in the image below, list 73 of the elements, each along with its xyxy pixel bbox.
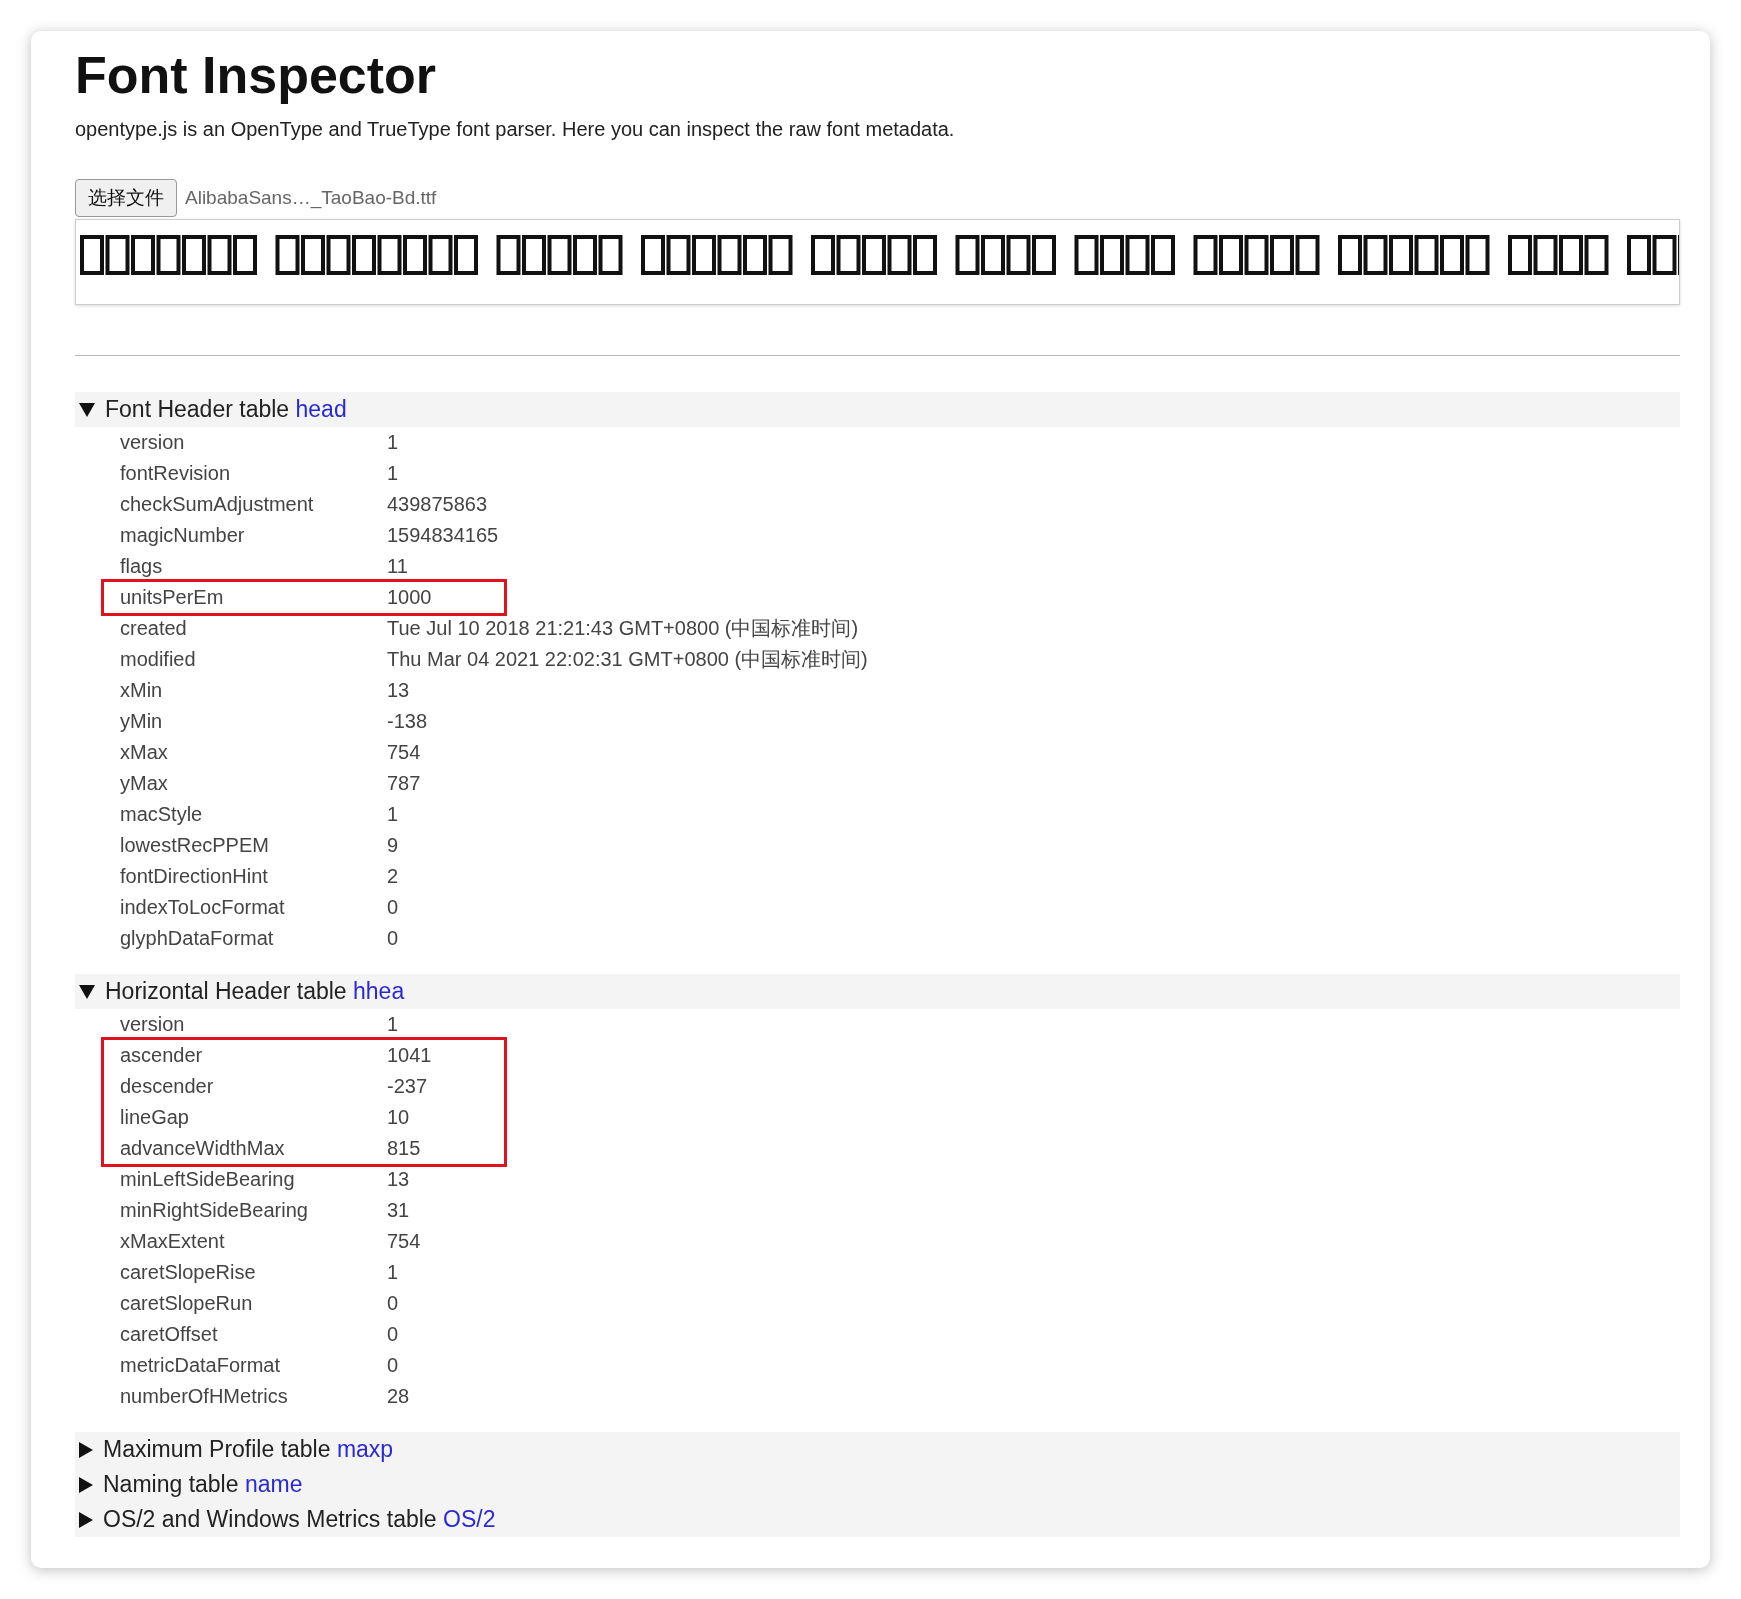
- field-value: 28: [387, 1385, 410, 1409]
- field-value: 815: [387, 1137, 421, 1161]
- table-section-header[interactable]: Maximum Profile table maxp: [75, 1432, 1680, 1468]
- field-value: 0: [387, 927, 399, 951]
- field-value: 1041: [387, 1044, 432, 1068]
- field-name: created: [120, 617, 188, 641]
- field-value: 9: [387, 834, 399, 858]
- table-section-header[interactable]: Naming table name: [75, 1467, 1680, 1503]
- table-section-header[interactable]: Horizontal Header table hhea: [75, 974, 1680, 1010]
- field-name: caretSlopeRise: [120, 1261, 257, 1285]
- field-value: 1: [387, 431, 399, 455]
- field-value: 754: [387, 741, 421, 765]
- disclosure-triangle-icon: [79, 984, 95, 999]
- field-name: metricDataFormat: [120, 1354, 282, 1378]
- field-value: 1000: [387, 586, 432, 610]
- field-value: 10: [387, 1106, 410, 1130]
- field-name: checkSumAdjustment: [120, 493, 315, 517]
- field-value: 2: [387, 865, 399, 889]
- field-name: fontDirectionHint: [120, 865, 269, 889]
- field-name: modified: [120, 648, 197, 672]
- field-value: 0: [387, 1354, 399, 1378]
- field-value: 13: [387, 679, 410, 703]
- field-name: fontRevision: [120, 462, 232, 486]
- field-value: 1: [387, 1261, 399, 1285]
- field-name: version: [120, 431, 186, 455]
- field-value: 0: [387, 896, 399, 920]
- field-name: magicNumber: [120, 524, 246, 548]
- field-value: -237: [387, 1075, 428, 1099]
- disclosure-triangle-icon: [79, 1511, 93, 1528]
- field-name: xMin: [120, 679, 164, 703]
- field-value: 13: [387, 1168, 410, 1192]
- field-value: 1: [387, 1013, 399, 1037]
- field-value: 1594834165: [387, 524, 499, 548]
- field-value: 1: [387, 462, 399, 486]
- file-name: AlibabaSans…_TaoBao-Bd.ttf: [185, 187, 437, 210]
- field-name: indexToLocFormat: [120, 896, 286, 920]
- page-title: Font Inspector: [75, 47, 438, 105]
- field-name: version: [120, 1013, 186, 1037]
- field-value: Thu Mar 04 2021 22:02:31 GMT+0800 (中国标准时间): [387, 647, 868, 673]
- field-name: glyphDataFormat: [120, 927, 275, 951]
- field-value: 754: [387, 1230, 421, 1254]
- field-value: 0: [387, 1323, 399, 1347]
- field-name: macStyle: [120, 803, 204, 827]
- field-name: descender: [120, 1075, 215, 1099]
- field-name: caretSlopeRun: [120, 1292, 254, 1316]
- field-name: ascender: [120, 1044, 204, 1068]
- field-value: 1: [387, 803, 399, 827]
- choose-file-button[interactable]: 选择文件: [75, 179, 177, 218]
- field-name: unitsPerEm: [120, 586, 225, 610]
- field-name: xMaxExtent: [120, 1230, 226, 1254]
- field-value: 0: [387, 1292, 399, 1316]
- field-name: caretOffset: [120, 1323, 219, 1347]
- field-name: yMin: [120, 710, 164, 734]
- table-section-header[interactable]: OS/2 and Windows Metrics table OS/2: [75, 1502, 1680, 1538]
- field-name: minRightSideBearing: [120, 1199, 309, 1223]
- field-name: numberOfHMetrics: [120, 1385, 289, 1409]
- field-name: xMax: [120, 741, 169, 765]
- field-name: lineGap: [120, 1106, 190, 1130]
- field-name: minLeftSideBearing: [120, 1168, 296, 1192]
- field-value: Tue Jul 10 2018 21:21:43 GMT+0800 (中国标准时间): [387, 616, 859, 642]
- description-text: opentype.js is an OpenType and TrueType font parser. Here you can inspect the raw font metadata.: [75, 118, 956, 142]
- field-value: 787: [387, 772, 421, 796]
- field-value: 439875863: [387, 493, 488, 517]
- field-name: advanceWidthMax: [120, 1137, 286, 1161]
- font-preview-field[interactable]: [75, 219, 1680, 306]
- disclosure-triangle-icon: [79, 402, 95, 417]
- field-value: 11: [387, 555, 408, 579]
- field-value: -138: [387, 710, 428, 734]
- field-name: yMax: [120, 772, 169, 796]
- field-value: 31: [387, 1199, 410, 1223]
- table-section-header[interactable]: Font Header table head: [75, 392, 1680, 428]
- field-name: flags: [120, 555, 164, 579]
- field-name: lowestRecPPEM: [120, 834, 270, 858]
